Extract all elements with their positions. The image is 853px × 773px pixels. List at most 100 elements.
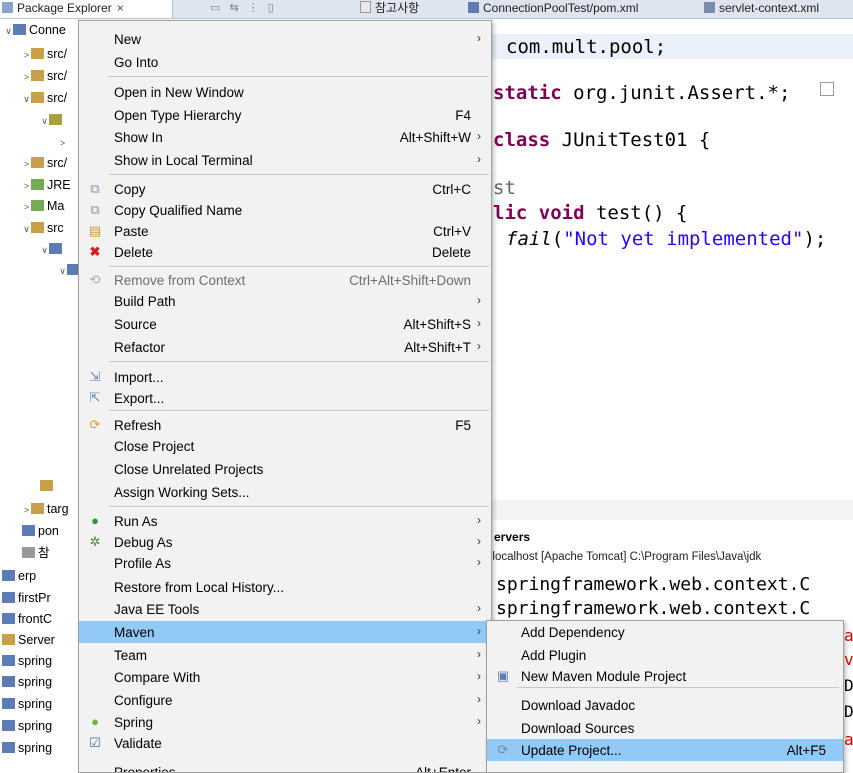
chevron-right-icon[interactable]: > bbox=[22, 153, 31, 175]
menu-item-maven[interactable]: Maven › bbox=[79, 621, 491, 643]
chevron-down-icon[interactable]: ∨ bbox=[58, 260, 67, 282]
chevron-down-icon[interactable]: ∨ bbox=[40, 239, 49, 261]
remove-context-icon: ⟲ bbox=[89, 272, 101, 287]
tab-editor-servlet-context[interactable]: servlet-context.xml bbox=[704, 0, 819, 18]
menu-item-copy-qualified-name[interactable]: ⧉ Copy Qualified Name bbox=[79, 199, 491, 221]
tree-item[interactable]: pon bbox=[22, 520, 59, 542]
file-icon bbox=[360, 1, 371, 13]
menu-item-close-project[interactable]: Close Project bbox=[79, 435, 491, 457]
menu-item-open-new-window[interactable]: Open in New Window bbox=[79, 81, 491, 103]
menu-item-go-into[interactable]: Go Into bbox=[79, 51, 491, 73]
chevron-right-icon[interactable]: > bbox=[22, 44, 31, 66]
tree-item[interactable]: > src/ bbox=[22, 43, 67, 65]
tree-item-label: firstPr bbox=[18, 591, 51, 605]
console-fragment: v bbox=[844, 650, 853, 669]
tab-editor-pom[interactable]: ConnectionPoolTest/pom.xml bbox=[468, 0, 638, 18]
tree-item[interactable]: spring bbox=[2, 693, 52, 715]
folder-icon bbox=[31, 70, 44, 81]
tree-item[interactable]: frontC bbox=[2, 608, 52, 630]
chevron-down-icon[interactable]: ∨ bbox=[22, 88, 31, 110]
menu-item-configure[interactable]: Configure › bbox=[79, 689, 491, 711]
tree-item[interactable]: > src/ bbox=[22, 152, 67, 174]
tab-editor-notes[interactable]: 참고사항 bbox=[360, 0, 419, 18]
chevron-down-icon[interactable]: ∨ bbox=[22, 218, 31, 240]
tree-item[interactable]: ∨ src/ bbox=[22, 87, 67, 109]
menu-item-restore-local-history[interactable]: Restore from Local History... bbox=[79, 576, 491, 598]
tree-item-label: spring bbox=[18, 654, 53, 668]
menu-item-copy[interactable]: ⧉ Copy Ctrl+C bbox=[79, 178, 491, 200]
servers-tab-title[interactable]: ervers bbox=[494, 530, 530, 544]
tree-item[interactable]: firstPr bbox=[2, 587, 51, 609]
menu-item-show-in[interactable]: Show In Alt+Shift+W › bbox=[79, 126, 491, 148]
tree-item-label: spring bbox=[18, 741, 53, 755]
tree-item[interactable]: > src/ bbox=[22, 65, 67, 87]
menu-item-delete[interactable]: ✖ Delete Delete bbox=[79, 241, 491, 263]
menu-item-source[interactable]: Source Alt+Shift+S › bbox=[79, 313, 491, 335]
project-icon bbox=[2, 634, 15, 645]
chevron-right-icon[interactable]: > bbox=[22, 66, 31, 88]
menu-item-run-as[interactable]: ● Run As › bbox=[79, 510, 491, 532]
menu-item-spring[interactable]: ● Spring › bbox=[79, 711, 491, 733]
menu-item-add-dependency[interactable]: Add Dependency bbox=[487, 621, 843, 643]
tree-item[interactable]: Server bbox=[2, 629, 55, 651]
chevron-down-icon[interactable]: ∨ bbox=[4, 20, 13, 42]
menu-item-refactor[interactable]: Refactor Alt+Shift+T › bbox=[79, 336, 491, 358]
menu-item-export[interactable]: ⇱ Export... bbox=[79, 387, 491, 409]
chevron-right-icon[interactable]: > bbox=[22, 499, 31, 521]
menu-item-assign-working-sets[interactable]: Assign Working Sets... bbox=[79, 481, 491, 503]
tree-item[interactable]: > targ bbox=[22, 498, 69, 520]
menu-item-show-local-terminal[interactable]: Show in Local Terminal › bbox=[79, 149, 491, 171]
menu-item-download-sources[interactable]: Download Sources bbox=[487, 717, 843, 739]
tree-item[interactable]: spring bbox=[2, 671, 52, 693]
tree-item[interactable]: ∨ bbox=[40, 109, 65, 131]
menu-item-validate[interactable]: ☑ Validate bbox=[79, 732, 491, 754]
view-toolbar[interactable]: ▭ ⇆ ⋮ ▯ bbox=[210, 1, 277, 14]
menu-item-paste[interactable]: ▤ Paste Ctrl+V bbox=[79, 220, 491, 242]
code-editor[interactable]: com.mult.pool; static org.junit.Assert.*… bbox=[490, 19, 853, 499]
chevron-down-icon[interactable]: ∨ bbox=[40, 110, 49, 132]
menu-item-update-project[interactable]: ⟳ Update Project... Alt+F5 bbox=[487, 739, 843, 761]
folder-icon bbox=[31, 48, 44, 59]
menu-item-close-unrelated[interactable]: Close Unrelated Projects bbox=[79, 458, 491, 480]
view-separator bbox=[490, 500, 853, 520]
chevron-right-icon[interactable]: > bbox=[58, 132, 67, 154]
menu-item-import[interactable]: ⇲ Import... bbox=[79, 366, 491, 388]
menu-item-compare-with[interactable]: Compare With › bbox=[79, 666, 491, 688]
menu-item-add-plugin[interactable]: Add Plugin bbox=[487, 644, 843, 666]
close-icon[interactable]: × bbox=[117, 1, 124, 15]
menu-item-debug-as[interactable]: ✲ Debug As › bbox=[79, 531, 491, 553]
tab-package-explorer[interactable]: Package Explorer × bbox=[0, 0, 173, 18]
menu-item-remove-from-context[interactable]: ⟲ Remove from Context Ctrl+Alt+Shift+Down bbox=[79, 269, 491, 291]
tree-item[interactable]: > bbox=[58, 131, 80, 153]
fold-toggle[interactable] bbox=[820, 82, 834, 96]
chevron-right-icon[interactable]: > bbox=[22, 196, 31, 218]
tree-item[interactable]: spring bbox=[2, 650, 52, 672]
menu-item-refresh[interactable]: ⟳ Refresh F5 bbox=[79, 414, 491, 436]
menu-item-team[interactable]: Team › bbox=[79, 644, 491, 666]
paste-icon: ▤ bbox=[88, 223, 102, 238]
tree-item[interactable]: spring bbox=[2, 715, 52, 737]
tree-item[interactable]: erp bbox=[2, 565, 36, 587]
code-line-fail: fail("Not yet implemented"); bbox=[506, 228, 827, 250]
chevron-right-icon[interactable]: > bbox=[22, 175, 31, 197]
tree-item[interactable]: spring bbox=[2, 737, 52, 759]
tree-item-label: src/ bbox=[47, 91, 68, 105]
menu-item-build-path[interactable]: Build Path › bbox=[79, 290, 491, 312]
tree-item[interactable]: ∨ bbox=[58, 259, 80, 281]
menu-item-properties[interactable]: Properties Alt+Enter bbox=[79, 761, 491, 772]
tree-item[interactable]: ∨ bbox=[40, 238, 65, 260]
chevron-right-icon: › bbox=[477, 534, 481, 548]
menu-item-java-ee-tools[interactable]: Java EE Tools › bbox=[79, 598, 491, 620]
tree-item[interactable] bbox=[40, 475, 56, 497]
tree-item[interactable]: > JRE bbox=[22, 174, 71, 196]
tree-item[interactable]: ∨ Conne bbox=[4, 19, 66, 41]
menu-item-new[interactable]: New › bbox=[79, 28, 491, 50]
menu-item-new-maven-module[interactable]: ▣ New Maven Module Project bbox=[487, 665, 843, 687]
tree-item[interactable]: > Ma bbox=[22, 195, 65, 218]
run-icon: ● bbox=[91, 513, 99, 528]
menu-item-download-javadoc[interactable]: Download Javadoc bbox=[487, 694, 843, 716]
tree-item[interactable]: ∨ src bbox=[22, 217, 63, 240]
tree-item[interactable]: 참 bbox=[22, 542, 50, 564]
menu-item-profile-as[interactable]: Profile As › bbox=[79, 552, 491, 574]
menu-item-open-type-hierarchy[interactable]: Open Type Hierarchy F4 bbox=[79, 104, 491, 126]
